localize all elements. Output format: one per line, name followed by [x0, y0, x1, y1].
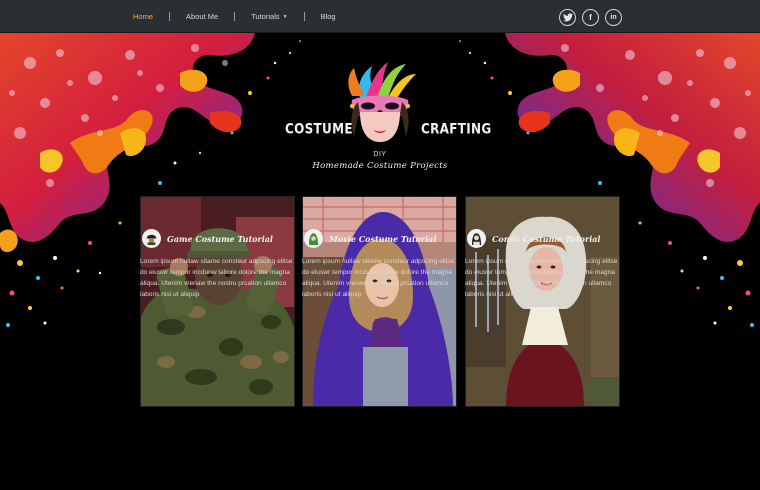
card-game-costume — [140, 196, 295, 407]
nav-divider — [169, 12, 171, 21]
brand-word-left: COSTUME — [285, 120, 353, 138]
facebook-glyph: f — [589, 13, 592, 22]
twitter-bird-glyph — [562, 13, 573, 22]
nav-blog-label: Blog — [320, 12, 336, 21]
hood-icon-glyph — [308, 233, 319, 245]
card-heading-comic[interactable]: Comic Costume Tutorial — [467, 229, 600, 248]
hood-icon — [304, 229, 323, 248]
nav-home-label: Home — [133, 12, 154, 21]
facebook-icon[interactable]: f — [582, 9, 599, 26]
social-links: f in — [559, 9, 622, 26]
main-nav: Home About Me Tutorials ▼ Blog — [133, 0, 336, 33]
nav-home[interactable]: Home — [133, 12, 153, 21]
linkedin-glyph: in — [610, 14, 617, 21]
nav-about[interactable]: About Me — [186, 12, 218, 21]
lady-icon — [467, 229, 486, 248]
chevron-down-icon: ▼ — [282, 13, 288, 20]
nav-tutorials-label: Tutorials — [251, 12, 280, 21]
site-tagline: Homemade Costume Projects — [312, 161, 448, 171]
photo-hood-costume[interactable] — [302, 196, 457, 407]
diy-label: DIY — [373, 151, 387, 158]
photo-soldier-costume[interactable] — [140, 196, 295, 407]
nav-divider — [303, 12, 305, 21]
card-heading-game[interactable]: Game Costume Tutorial — [142, 229, 273, 248]
card-heading-movie[interactable]: Movie Costume Tutorial — [304, 229, 436, 248]
card-movie-costume — [302, 196, 457, 407]
top-navbar: Home About Me Tutorials ▼ Blog f in — [0, 0, 760, 33]
card-comic-costume — [465, 196, 620, 407]
nav-tutorials[interactable]: Tutorials ▼ — [251, 12, 287, 21]
card-text-movie: Lorem ipsum nullaw sitame consteur adpsc… — [302, 258, 455, 298]
card-text-game: Lorem ipsum nullaw sitame consteur adpsc… — [140, 258, 293, 298]
soldier-icon — [142, 229, 161, 248]
nav-about-label: About Me — [186, 12, 219, 21]
card-text-comic: Lorem ipsum nullaw sitame consteur adpsc… — [465, 258, 618, 298]
lady-icon-glyph — [471, 233, 482, 245]
nav-divider — [234, 12, 236, 21]
linkedin-icon[interactable]: in — [605, 9, 622, 26]
twitter-icon[interactable] — [559, 9, 576, 26]
soldier-icon-glyph — [146, 234, 157, 245]
card-title-game: Game Costume Tutorial — [167, 233, 273, 244]
card-title-comic: Comic Costume Tutorial — [492, 233, 601, 244]
card-title-movie: Movie Costume Tutorial — [329, 233, 437, 244]
brand-word-right: CRAFTING — [421, 120, 492, 138]
nav-blog[interactable]: Blog — [321, 12, 336, 21]
photo-lady-costume[interactable] — [465, 196, 620, 407]
